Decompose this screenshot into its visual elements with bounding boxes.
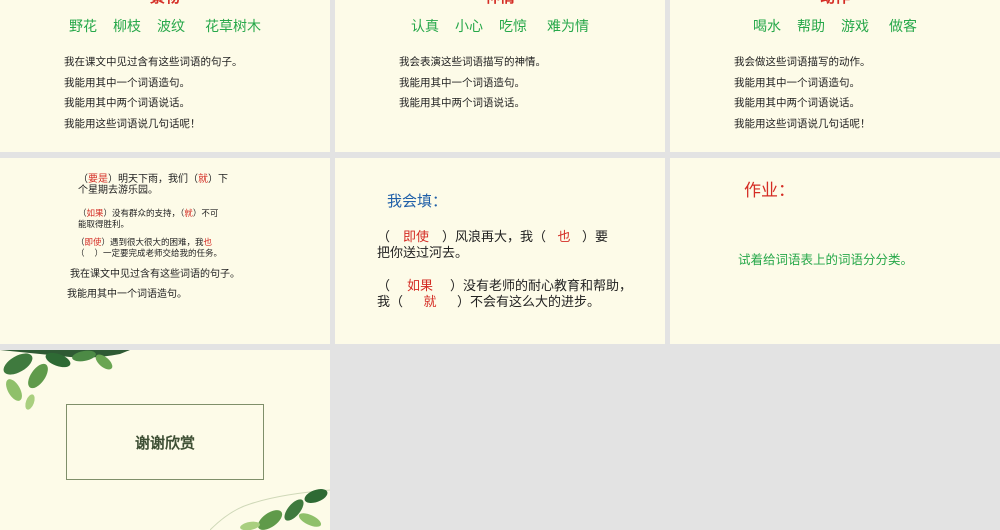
task-item: 我能用其中一个词语造句。	[67, 289, 187, 300]
text: 我（	[377, 295, 404, 310]
text: ）风浪再大，我（	[442, 230, 547, 245]
word: 难为情	[547, 19, 589, 35]
task-item: 我能用其中一个词语造句。	[399, 76, 525, 89]
page-title: 作业：	[744, 181, 795, 201]
word-row: 认真 小心 吃惊 难为情	[335, 16, 665, 36]
text: 把你送过河去。	[377, 246, 469, 261]
word-row: 喝水 帮助 游戏 做客	[670, 16, 1000, 36]
thanks-box: 谢谢欣赏	[66, 404, 264, 480]
slide-expression[interactable]: 神情 认真 小心 吃惊 难为情 我会表演这些词语描写的神情。 我能用其中一个词语…	[335, 0, 665, 152]
text: （	[78, 174, 88, 185]
answer-word: 也	[203, 238, 213, 248]
answer-word: 即使	[403, 230, 430, 245]
word: 喝水	[753, 19, 781, 35]
example-sentence-3: （即使）遇到很大很大的困难，我也 （ ）一定要完成老师交给我的任务。	[76, 238, 222, 260]
slide-fill-blanks[interactable]: 我会填： （ 即使 ）风浪再大，我（ 也 ）要 把你送过河去。 （ 如果 ）没有老师的耐心教…	[335, 158, 665, 344]
text: （	[377, 230, 391, 245]
answer-word: 就	[198, 174, 208, 185]
word: 小心	[455, 19, 483, 35]
text: ）下	[208, 174, 228, 185]
task-item: 我能用这些词语说几句话呢！	[734, 117, 871, 130]
answer-word: 如果	[407, 279, 434, 294]
word: 柳枝	[113, 19, 141, 35]
text: （	[76, 249, 85, 259]
answer-word: 就	[423, 295, 437, 310]
task-list: 我会表演这些词语描写的神情。 我能用其中一个词语造句。 我能用其中两个词语说话。	[399, 52, 546, 114]
task-item: 我在课文中见过含有这些词语的句子。	[70, 269, 240, 280]
slide-sentence-examples[interactable]: （要是）明天下雨，我们（就）下 个星期去游乐园。 （如果）没有群众的支持，（就）…	[0, 158, 330, 344]
slide-title: 景物	[0, 0, 330, 6]
answer-word: 如果	[86, 209, 104, 219]
task-item: 我会表演这些词语描写的神情。	[399, 56, 546, 68]
answer-word: 要是	[88, 174, 108, 185]
text: ）不会有这么大的进步。	[457, 295, 601, 310]
text: ）不可	[192, 209, 219, 219]
word: 游戏	[841, 19, 869, 35]
task-item: 我会做这些词语描写的动作。	[734, 56, 871, 68]
text: ）没有群众的支持，（	[103, 209, 185, 219]
text: ）一定要完成老师交给我的任务。	[94, 249, 223, 259]
task-item: 我能用其中两个词语说话。	[64, 97, 190, 109]
word: 认真	[411, 19, 439, 35]
example-sentence-2: （如果）没有群众的支持，（就）不可 能取得胜利。	[78, 209, 218, 231]
slide-scenery[interactable]: 景物 野花 柳枝 波纹 花草树木 我在课文中见过含有这些词语的句子。 我能用其中…	[0, 0, 330, 152]
slide-thanks[interactable]: 谢谢欣赏	[0, 350, 330, 530]
homework-text: 试着给词语表上的词语分分类。	[738, 252, 914, 267]
text: （	[377, 279, 391, 294]
task-item: 我在课文中见过含有这些词语的句子。	[64, 56, 243, 68]
slide-title: 神情	[335, 0, 665, 6]
task-item: 我能用其中一个词语造句。	[64, 76, 190, 89]
word-row: 野花 柳枝 波纹 花草树木	[0, 16, 330, 36]
word: 做客	[889, 19, 917, 35]
word: 吃惊	[499, 19, 527, 35]
leaf-decoration-icon	[0, 350, 130, 410]
slide-homework[interactable]: 作业： 试着给词语表上的词语分分类。	[670, 158, 1000, 344]
text: （	[78, 209, 87, 219]
text: 个星期去游乐园。	[78, 185, 158, 196]
word: 帮助	[797, 19, 825, 35]
answer-word: 也	[557, 230, 571, 245]
text: ）要	[582, 230, 609, 245]
task-list: 我在课文中见过含有这些词语的句子。 我能用其中一个词语造句。 我能用其中两个词语…	[64, 52, 243, 134]
word: 花草树木	[205, 19, 261, 35]
slide-action[interactable]: 动作 喝水 帮助 游戏 做客 我会做这些词语描写的动作。 我能用其中一个词语造句…	[670, 0, 1000, 152]
leaf-decoration-icon	[210, 489, 330, 530]
word: 野花	[69, 19, 97, 35]
fill-sentence-1: （ 即使 ）风浪再大，我（ 也 ）要 把你送过河去。	[377, 230, 608, 262]
answer-word: 就	[184, 209, 193, 219]
text: ）明天下雨，我们（	[108, 174, 198, 185]
task-item: 我能用其中两个词语说话。	[399, 97, 525, 109]
example-sentence-1: （要是）明天下雨，我们（就）下 个星期去游乐园。	[78, 174, 228, 196]
text: ）没有老师的耐心教育和帮助，	[450, 279, 633, 294]
text: 能取得胜利。	[78, 220, 130, 230]
task-item: 我能用这些词语说几句话呢！	[64, 117, 201, 130]
answer-word: 即使	[84, 238, 102, 248]
text: ）遇到很大很大的困难，我	[101, 238, 204, 248]
slide-title: 动作	[670, 0, 1000, 6]
word: 波纹	[157, 19, 185, 35]
task-list: 我会做这些词语描写的动作。 我能用其中一个词语造句。 我能用其中两个词语说话。 …	[734, 52, 871, 134]
fill-sentence-2: （ 如果 ）没有老师的耐心教育和帮助， 我（ 就 ）不会有这么大的进步。	[377, 279, 632, 311]
page-title: 我会填：	[387, 192, 448, 210]
task-item: 我能用其中两个词语说话。	[734, 97, 860, 109]
text: （	[76, 238, 85, 248]
task-item: 我能用其中一个词语造句。	[734, 76, 860, 89]
